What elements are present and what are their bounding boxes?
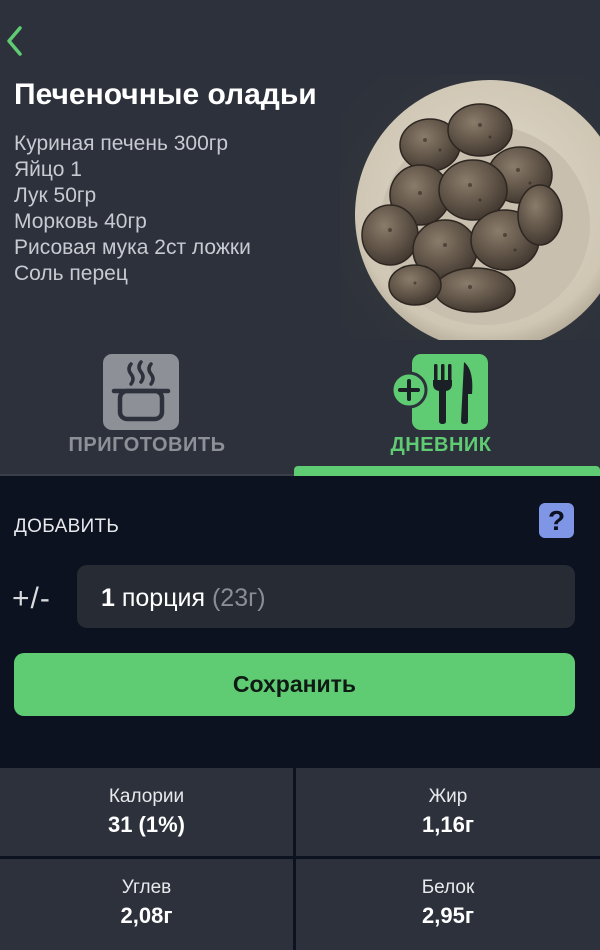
stat-label: Жир — [428, 786, 468, 807]
portion-quantity: 1 — [101, 584, 115, 612]
portion-unit: порция — [121, 584, 206, 612]
stat-protein: Белок 2,95г — [296, 859, 600, 950]
stat-value: 2,95г — [422, 903, 474, 928]
ingredient-item: Рисовая мука 2ст ложки — [14, 236, 251, 259]
tab-diary-label: ДНЕВНИК — [390, 434, 492, 456]
add-meal-icon — [390, 354, 488, 430]
back-chevron-icon[interactable] — [4, 24, 28, 58]
active-tab-indicator — [294, 466, 600, 476]
stat-value: 31 (1%) — [107, 812, 186, 837]
help-button[interactable]: ? — [539, 503, 574, 538]
tab-cook[interactable]: ПРИГОТОВИТЬ — [0, 348, 294, 476]
stat-label: Калории — [108, 786, 185, 807]
stat-carbs: Углев 2,08г — [0, 859, 293, 950]
ingredients-list: Куриная печень 300гр Яйцо 1 Лук 50гр Мор… — [14, 131, 251, 287]
ingredient-item: Морковь 40гр — [14, 210, 147, 233]
save-button[interactable]: Сохранить — [14, 653, 575, 716]
tab-diary[interactable]: ДНЕВНИК — [294, 348, 588, 476]
recipe-title: Печеночные оладьи — [14, 78, 317, 111]
stat-fat: Жир 1,16г — [296, 768, 600, 856]
recipe-photo — [340, 75, 600, 340]
ingredient-item: Куриная печень 300гр — [14, 132, 229, 155]
portion-input[interactable]: 1 порция (23г) — [77, 565, 575, 628]
ingredient-item: Лук 50гр — [14, 184, 97, 207]
stat-calories: Калории 31 (1%) — [0, 768, 293, 856]
portion-grams: (23г) — [211, 584, 266, 612]
add-section-label: ДОБАВИТЬ — [14, 516, 120, 537]
tab-cook-label: ПРИГОТОВИТЬ — [68, 434, 226, 456]
ingredient-item: Яйцо 1 — [14, 158, 82, 181]
stat-value: 2,08г — [120, 903, 173, 928]
stat-label: Углев — [121, 877, 172, 898]
stat-value: 1,16г — [422, 812, 474, 837]
nutrition-grid: Калории 31 (1%) Жир 1,16г Углев 2,08г Бе… — [0, 768, 600, 950]
portion-value: 1 порция (23г) — [101, 584, 266, 613]
ingredient-item: Соль перец — [14, 262, 128, 285]
stat-label: Белок — [421, 877, 475, 898]
recipe-header: Печеночные оладьи Куриная печень 300гр Я… — [0, 0, 600, 476]
plus-minus-button[interactable]: +/- — [12, 582, 51, 616]
cooking-pot-icon — [103, 354, 179, 430]
